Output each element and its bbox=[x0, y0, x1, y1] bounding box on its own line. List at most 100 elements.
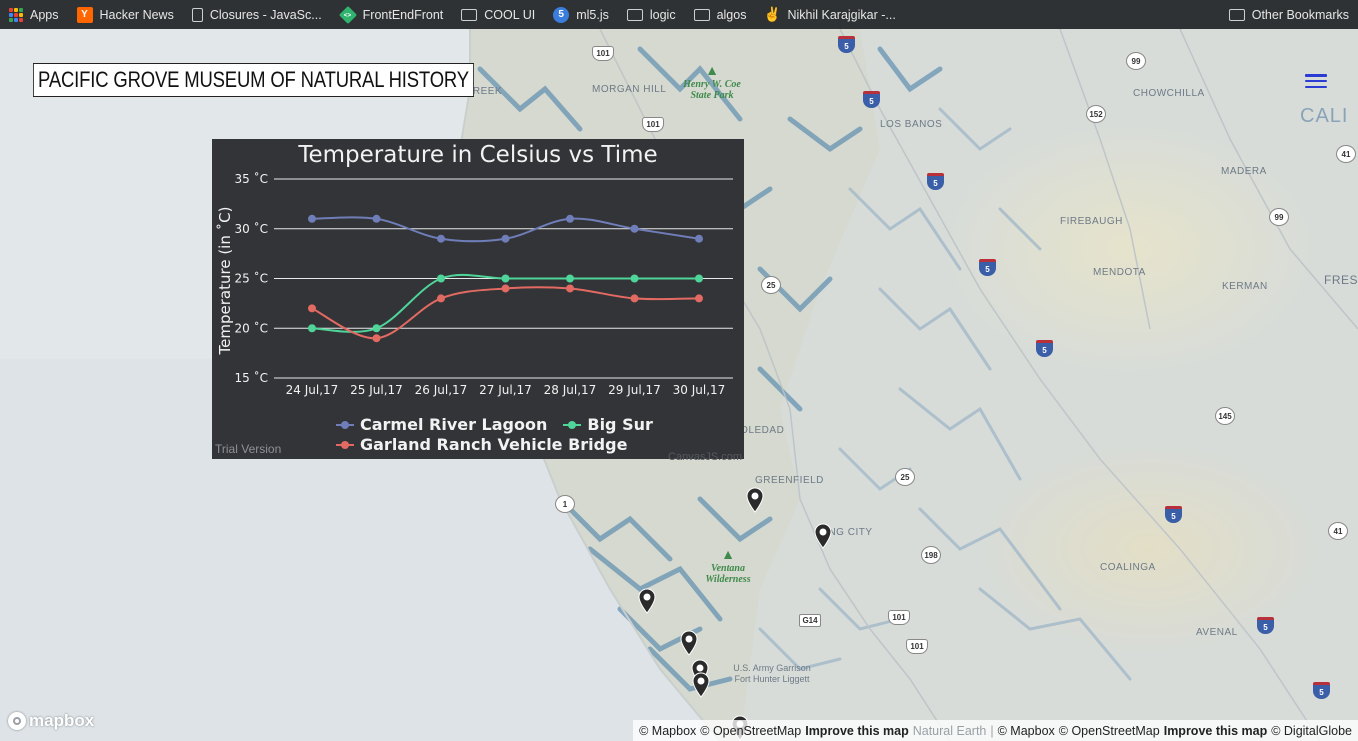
trial-version-label: Trial Version bbox=[215, 442, 282, 456]
highway-shield: 5 bbox=[1313, 682, 1330, 699]
legend-label: Carmel River Lagoon bbox=[360, 415, 548, 434]
attribution-mapbox-link[interactable]: © Mapbox bbox=[639, 724, 696, 738]
legend-label: Big Sur bbox=[587, 415, 653, 434]
hamburger-menu-icon[interactable] bbox=[1305, 72, 1327, 90]
attribution-osm-link[interactable]: © OpenStreetMap bbox=[700, 724, 801, 738]
location-marker-icon[interactable] bbox=[692, 672, 710, 698]
highway-shield: 99 bbox=[1126, 52, 1146, 70]
data-point bbox=[308, 324, 316, 333]
bookmark-folder-algos[interactable]: algos bbox=[685, 0, 756, 29]
x-tick-label: 25 Jul,17 bbox=[350, 383, 403, 397]
bookmark-label: Other Bookmarks bbox=[1251, 7, 1349, 22]
canvasjs-credit-link[interactable]: CanvasJS.com bbox=[668, 451, 742, 463]
tree-icon: ▲ bbox=[705, 64, 719, 79]
bookmark-other-bookmarks[interactable]: Other Bookmarks bbox=[1220, 0, 1358, 29]
x-tick-label: 24 Jul,17 bbox=[286, 383, 339, 397]
chart-plot: 15 ˚C 20 ˚C 25 ˚C 30 ˚C 35 ˚C 24 Jul,17 25 Jul… bbox=[216, 171, 733, 397]
location-marker-icon[interactable] bbox=[746, 487, 764, 513]
legend-swatch bbox=[336, 441, 354, 449]
bookmark-label: ml5.js bbox=[576, 7, 609, 22]
park-label: U.S. Army Garrison Fort Hunter Liggett bbox=[733, 663, 811, 684]
bookmark-ml5[interactable]: 5 ml5.js bbox=[544, 0, 618, 29]
attribution-natural-earth-link[interactable]: Natural Earth bbox=[913, 724, 987, 738]
bookmark-label: COOL UI bbox=[484, 7, 536, 22]
bookmark-label: Hacker News bbox=[99, 7, 174, 22]
legend-item-garland-ranch[interactable]: Garland Ranch Vehicle Bridge bbox=[336, 435, 627, 455]
highway-shield: 101 bbox=[888, 610, 910, 625]
bookmark-folder-logic[interactable]: logic bbox=[618, 0, 685, 29]
folder-icon bbox=[626, 8, 643, 21]
bookmark-label: logic bbox=[649, 7, 676, 22]
data-point bbox=[695, 234, 703, 243]
data-point bbox=[501, 234, 510, 243]
attribution-improve-map-link[interactable]: Improve this map bbox=[1164, 724, 1268, 738]
place-label: FRESN bbox=[1324, 273, 1358, 287]
data-point bbox=[437, 294, 445, 303]
data-point bbox=[308, 304, 316, 313]
highway-shield: 25 bbox=[761, 276, 781, 294]
data-point bbox=[695, 274, 703, 283]
legend-swatch bbox=[563, 421, 582, 429]
legend-item-big-sur[interactable]: Big Sur bbox=[563, 415, 653, 435]
place-label: AVENAL bbox=[1196, 627, 1238, 638]
ml5-icon: 5 bbox=[553, 6, 570, 23]
highway-shield: 5 bbox=[1165, 506, 1182, 523]
highway-shield: 1 bbox=[555, 495, 575, 513]
highway-shield: 5 bbox=[1036, 340, 1053, 357]
y-tick-label: 20 ˚C bbox=[235, 320, 268, 335]
frontendfront-icon: <> bbox=[338, 5, 357, 24]
data-point bbox=[501, 274, 510, 283]
bookmark-nikhil[interactable]: ✌ Nikhil Karajgikar -... bbox=[755, 0, 904, 29]
place-label: LOS BANOS bbox=[880, 119, 943, 130]
data-point bbox=[437, 234, 445, 243]
data-point bbox=[372, 334, 381, 343]
bookmark-closures[interactable]: Closures - JavaSc... bbox=[183, 0, 331, 29]
legend-item-carmel-river-lagoon[interactable]: Carmel River Lagoon bbox=[336, 415, 547, 435]
legend-swatch bbox=[336, 421, 354, 429]
data-point bbox=[372, 324, 381, 333]
x-tick-label: 26 Jul,17 bbox=[415, 383, 468, 397]
tree-icon: ▲ bbox=[721, 548, 735, 563]
chart-legend: Carmel River Lagoon Big Sur Garland Ranc… bbox=[336, 415, 653, 455]
highway-shield: 198 bbox=[921, 546, 941, 564]
place-label: GREENFIELD bbox=[755, 475, 824, 486]
park-label: ▲ Ventana Wilderness bbox=[688, 548, 768, 586]
highway-shield: 5 bbox=[979, 259, 996, 276]
data-point bbox=[566, 284, 574, 293]
folder-icon bbox=[461, 8, 478, 21]
place-label: MADERA bbox=[1221, 166, 1267, 177]
bookmark-hacker-news[interactable]: Y Hacker News bbox=[68, 0, 183, 29]
place-label: CALI bbox=[1300, 105, 1349, 127]
highway-shield: 99 bbox=[1269, 208, 1289, 226]
place-label: FIREBAUGH bbox=[1060, 216, 1123, 227]
place-label: CHOWCHILLA bbox=[1133, 88, 1205, 99]
bookmarks-bar: Apps Y Hacker News Closures - JavaSc... … bbox=[0, 0, 1358, 29]
apps-grid-icon bbox=[9, 7, 23, 22]
data-point bbox=[501, 284, 510, 293]
attribution-osm-link[interactable]: © OpenStreetMap bbox=[1059, 724, 1160, 738]
place-label: KERMAN bbox=[1222, 281, 1268, 292]
highway-shield: 5 bbox=[838, 36, 855, 53]
data-point bbox=[630, 294, 639, 303]
location-marker-icon[interactable] bbox=[638, 588, 656, 614]
location-marker-icon[interactable] bbox=[680, 630, 698, 656]
highway-shield: G14 bbox=[799, 614, 821, 627]
app-title: PACIFIC GROVE MUSEUM OF NATURAL HISTORY bbox=[33, 63, 474, 97]
attribution-digitalglobe-link[interactable]: © DigitalGlobe bbox=[1271, 724, 1352, 738]
data-point bbox=[566, 214, 574, 223]
attribution-improve-map-link[interactable]: Improve this map bbox=[805, 724, 909, 738]
hacker-news-icon: Y bbox=[76, 6, 93, 23]
bookmark-folder-cool-ui[interactable]: COOL UI bbox=[452, 0, 544, 29]
attribution-mapbox-link[interactable]: © Mapbox bbox=[998, 724, 1055, 738]
mapbox-logo[interactable]: mapbox bbox=[8, 711, 94, 731]
bookmark-frontendfront[interactable]: <> FrontEndFront bbox=[331, 0, 453, 29]
location-marker-icon[interactable] bbox=[814, 523, 832, 549]
peace-hand-icon: ✌ bbox=[763, 6, 782, 22]
place-label: MENDOTA bbox=[1093, 267, 1146, 278]
attribution-separator: | bbox=[990, 723, 994, 738]
highway-shield: 101 bbox=[642, 117, 664, 132]
bookmark-apps[interactable]: Apps bbox=[0, 0, 68, 29]
place-label: COALINGA bbox=[1100, 562, 1156, 573]
highway-shield: 152 bbox=[1086, 105, 1106, 123]
place-label: MORGAN HILL bbox=[592, 84, 667, 95]
